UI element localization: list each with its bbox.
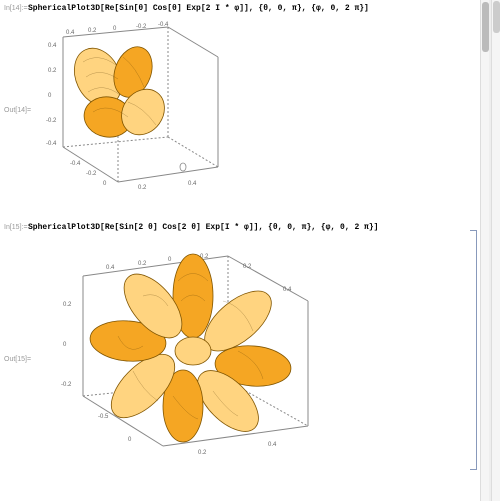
scrollbar-thumb[interactable] (482, 2, 489, 52)
tick-label: 0.2 (63, 302, 72, 308)
tick-label: 0.2 (138, 261, 147, 267)
input-code[interactable]: SphericalPlot3D[Re[Sin[θ] Cos[θ] Exp[2 I… (28, 4, 369, 13)
tick-label: 0.4 (106, 265, 115, 271)
tick-label: -0.2 (86, 171, 97, 177)
output-label: Out[15]= (4, 236, 28, 363)
tick-label: 0.4 (283, 287, 292, 293)
orientation-marker-icon (180, 163, 186, 171)
output-label: Out[14]= (4, 17, 28, 114)
tick-label: -0.4 (70, 161, 81, 167)
input-label: In[14]:= (4, 5, 28, 12)
input-label: In[15]:= (4, 224, 28, 231)
tick-label: 0 (103, 181, 107, 187)
tick-label: 0.2 (138, 185, 147, 191)
plot3d-output-2[interactable]: 0.4 0.2 0 -0.2 0.2 0.4 0.2 0 -0.2 (28, 236, 328, 491)
tick-label: -0.5 (98, 414, 109, 420)
cell-bracket[interactable] (468, 230, 479, 470)
tick-label: 0.2 (198, 450, 207, 456)
tick-label: 0 (113, 26, 117, 32)
tick-label: 0 (168, 257, 172, 263)
tick-label: -0.2 (136, 24, 147, 30)
notebook-content: In[14]:= SphericalPlot3D[Re[Sin[θ] Cos[θ… (0, 0, 480, 501)
tick-label: 0.2 (48, 68, 57, 74)
spherical-surface (65, 41, 173, 144)
tick-label: 0 (63, 342, 67, 348)
tick-label: 0 (48, 93, 52, 99)
spherical-surface (88, 254, 292, 442)
tick-label: -0.4 (46, 141, 57, 147)
inner-scrollbar[interactable] (480, 0, 489, 501)
cell-2: In[15]:= SphericalPlot3D[Re[Sin[2 θ] Cos… (4, 223, 480, 491)
input-code[interactable]: SphericalPlot3D[Re[Sin[2 θ] Cos[2 θ] Exp… (28, 223, 378, 232)
tick-label: 0.4 (268, 442, 277, 448)
scrollbar-thumb[interactable] (493, 1, 500, 33)
tick-label: 0.2 (243, 264, 252, 270)
plot3d-output-1[interactable]: 0.4 0.2 0 -0.2 -0.4 0.4 0.2 0 -0.2 -0.4 (28, 17, 328, 217)
tick-label: 0 (128, 437, 132, 443)
tick-label: -0.2 (61, 382, 72, 388)
cell-1: In[14]:= SphericalPlot3D[Re[Sin[θ] Cos[θ… (4, 4, 480, 217)
tick-label: 0.4 (66, 30, 75, 36)
tick-label: -0.4 (158, 22, 169, 28)
tick-label: -0.2 (46, 118, 57, 124)
tick-label: 0.2 (88, 28, 97, 34)
tick-label: 0.4 (188, 181, 197, 187)
tick-label: 0.4 (48, 43, 57, 49)
outer-scrollbar[interactable] (491, 0, 500, 501)
